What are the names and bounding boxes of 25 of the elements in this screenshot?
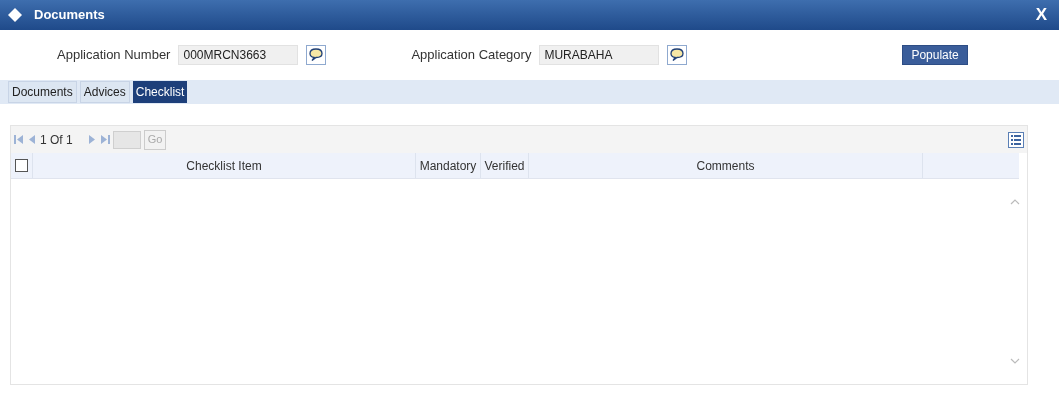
populate-button[interactable]: Populate [902,45,968,65]
field-label: Application Number [57,46,171,65]
window-title: Documents [34,6,105,25]
input-field[interactable]: 000MRCN3663 [178,45,299,65]
column-header: Mandatory [416,153,481,178]
page-indicator: 1 Of 1 [40,131,73,149]
previous-page-icon[interactable] [27,134,37,145]
column-header: Comments [529,153,923,178]
column-header: Verified [481,153,529,178]
field-label: Application Category [411,46,532,65]
next-page-icon[interactable] [86,134,97,145]
first-page-icon[interactable] [14,134,24,145]
close-button[interactable]: X [1035,2,1051,28]
diamond-icon [8,8,22,22]
last-page-icon[interactable] [99,134,110,145]
tab[interactable]: Advices [79,81,130,103]
tab[interactable]: Documents [8,81,77,103]
input-field[interactable]: MURABAHA [539,45,660,65]
speech-bubble-icon[interactable] [667,45,688,65]
column-list-icon[interactable] [1008,131,1024,148]
page-input-field[interactable] [112,130,141,149]
tab[interactable]: Checklist [132,81,188,103]
column-header: Checklist Item [33,153,416,178]
speech-bubble-icon[interactable] [306,45,327,65]
select-all-checkbox[interactable] [15,159,28,172]
